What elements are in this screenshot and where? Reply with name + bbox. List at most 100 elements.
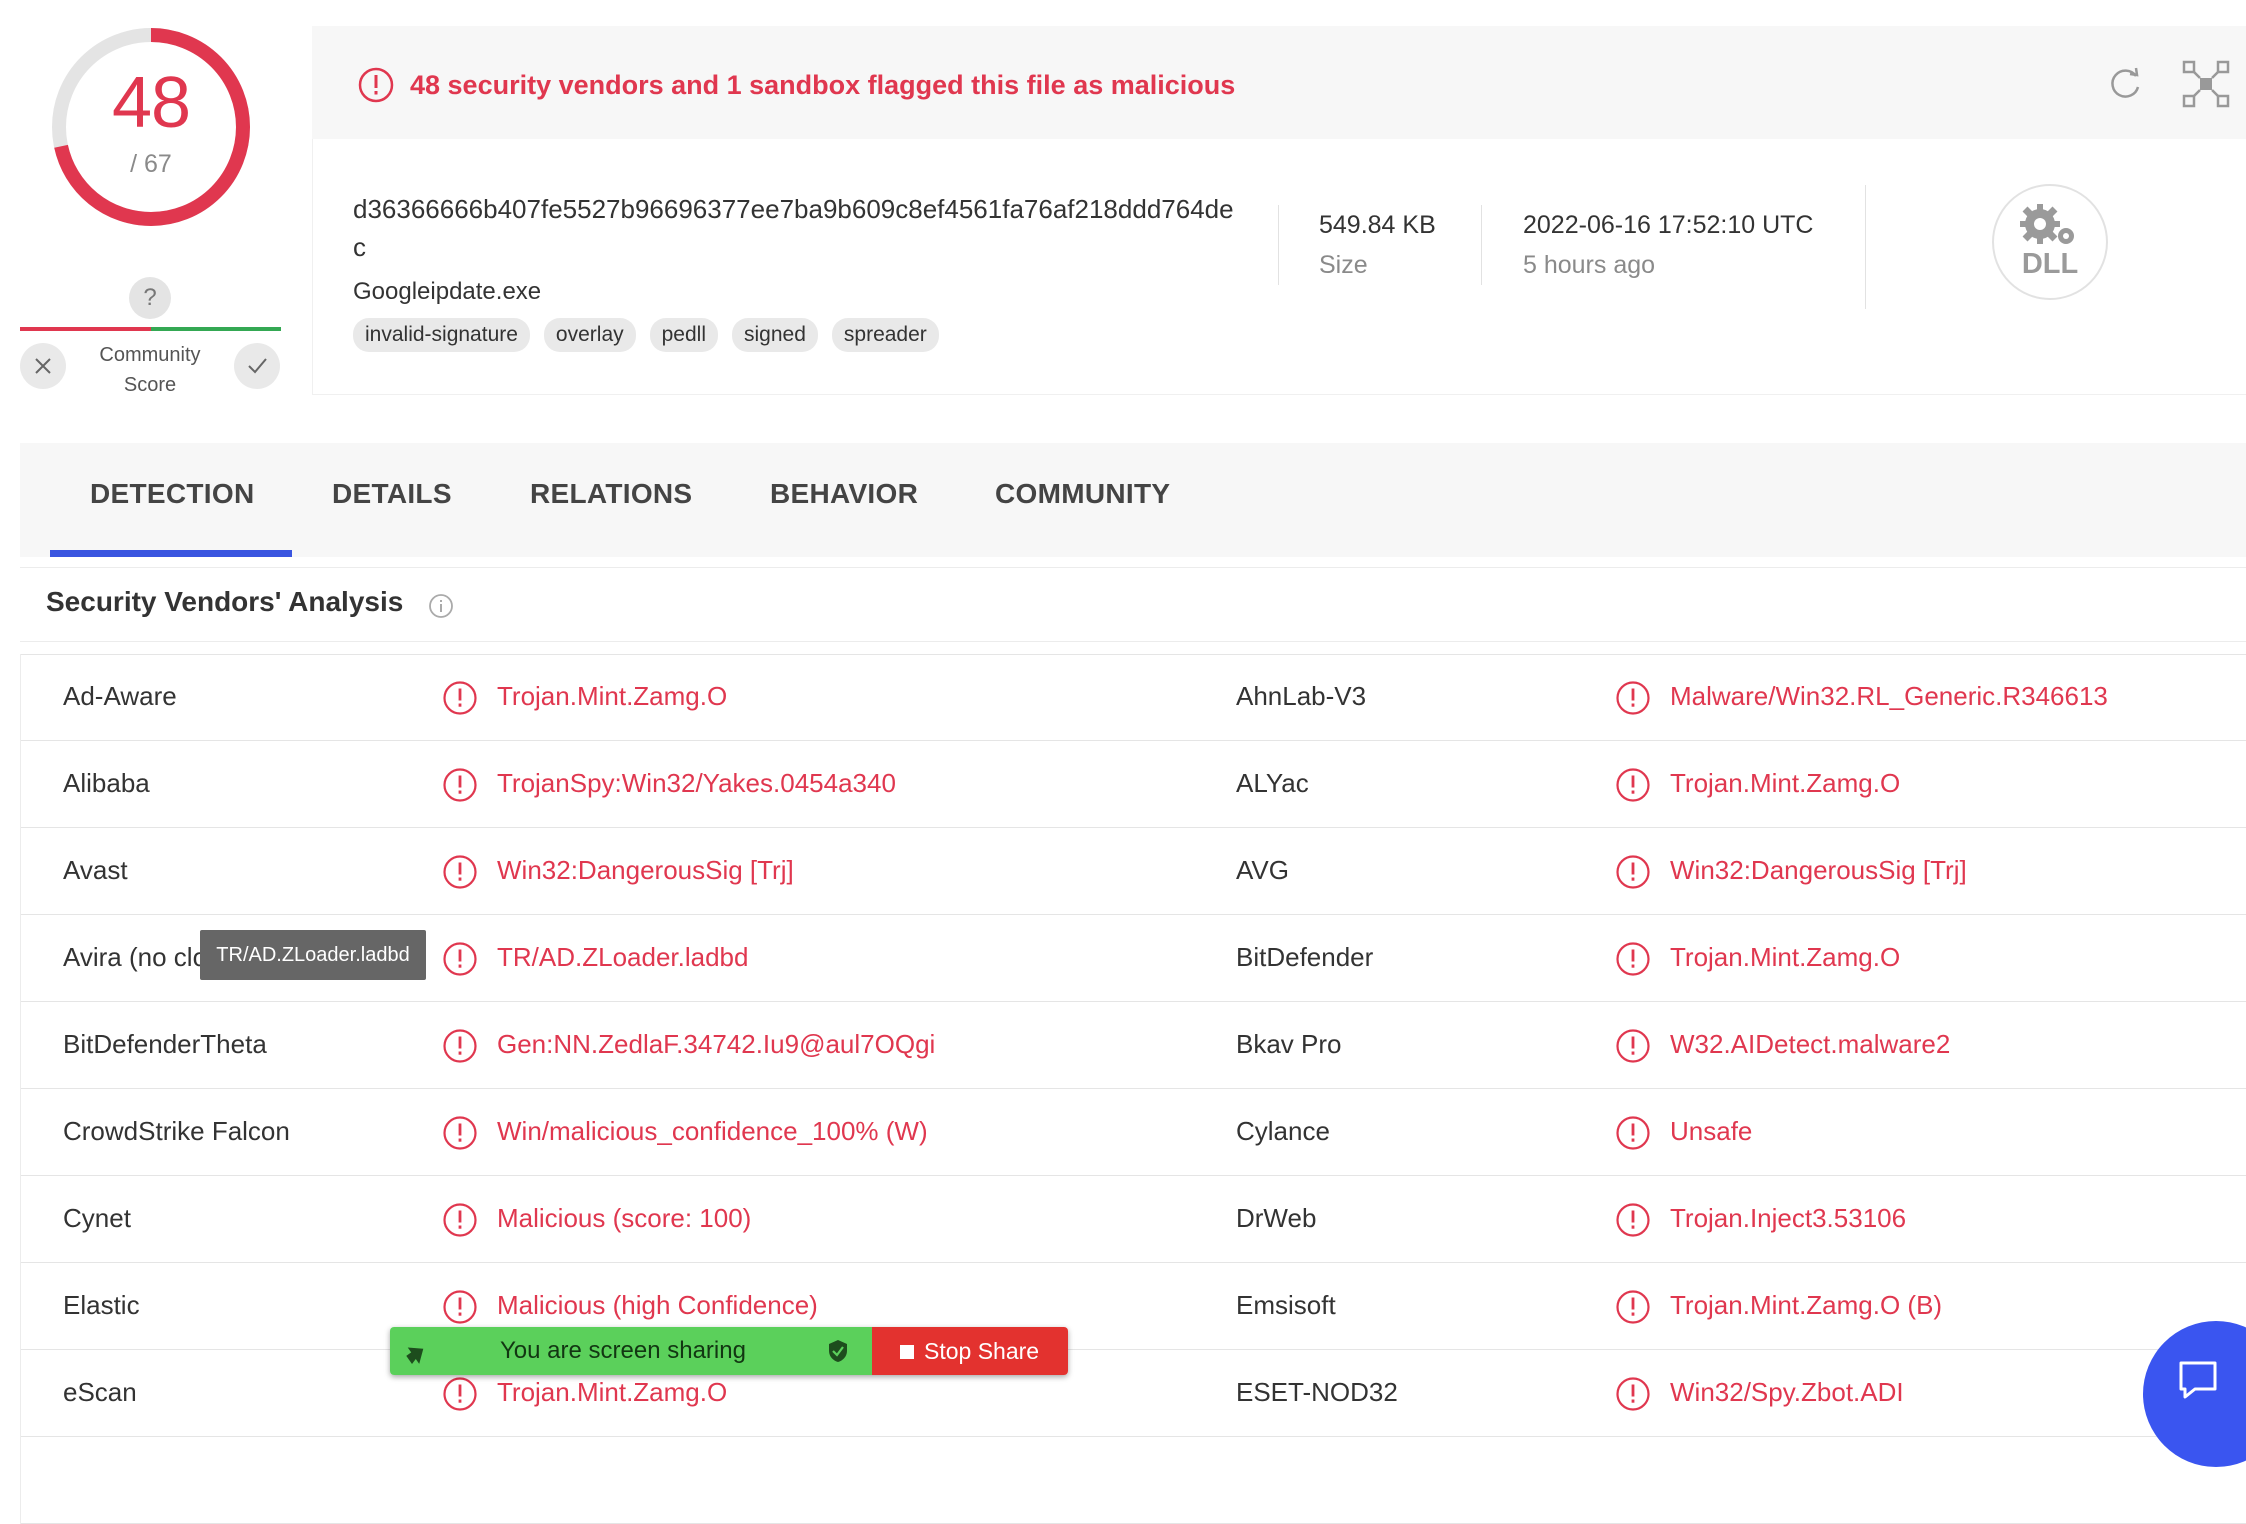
file-hash[interactable]: d36366666b407fe5527b96696377ee7ba9b609c8…: [353, 190, 1243, 266]
community-score-label-line1: Community: [99, 344, 201, 366]
vendor-result: Trojan.Mint.Zamg.O: [497, 1377, 728, 1407]
vendor-result: Gen:NN.ZedlaF.34742.Iu9@aul7OQgi: [497, 1029, 936, 1059]
table-row: [21, 1437, 2246, 1524]
file-tags: invalid-signature overlay pedll signed s…: [353, 318, 939, 352]
vendor-result: Malicious (score: 100): [497, 1203, 752, 1233]
vendor-result: Win32/Spy.Zbot.ADI: [1670, 1377, 1904, 1407]
screen-sharing-status[interactable]: You are screen sharing: [390, 1327, 872, 1375]
vendor-name: Alibaba: [63, 768, 150, 798]
vendor-name: Cynet: [63, 1203, 131, 1233]
vendor-result: Malicious (high Confidence): [497, 1290, 818, 1320]
vendor-results-table: Ad-Aware Trojan.Mint.Zamg.O AhnLab-V3 Malwa…: [20, 654, 2246, 1524]
alert-icon: [443, 768, 477, 802]
vendor-name: ESET-NOD32: [1236, 1377, 1398, 1407]
vendor-result: Trojan.Mint.Zamg.O: [1670, 768, 1901, 798]
shield-check-icon: [829, 1340, 847, 1362]
vendor-result: Malware/Win32.RL_Generic.R346613: [1670, 681, 2108, 711]
vendor-result: TrojanSpy:Win32/Yakes.0454a340: [497, 768, 896, 798]
last-analysis-date: 2022-06-16 17:52:10 UTC: [1523, 211, 1814, 239]
vendor-name: BitDefenderTheta: [63, 1029, 267, 1059]
info-icon[interactable]: [428, 593, 454, 619]
stop-share-label: Stop Share: [924, 1338, 1040, 1364]
divider: [1278, 205, 1279, 285]
tab-community[interactable]: COMMUNITY: [995, 478, 1170, 510]
tab-detection[interactable]: DETECTION: [90, 478, 254, 510]
result-tooltip: TR/AD.ZLoader.ladbd: [200, 930, 426, 980]
vendor-result: W32.AIDetect.malware2: [1670, 1029, 1951, 1059]
detection-total: / 67: [130, 150, 172, 178]
file-type-icon: [1992, 184, 2108, 300]
vendor-result: Trojan.Inject3.53106: [1670, 1203, 1907, 1233]
vendor-name: Bkav Pro: [1236, 1029, 1342, 1059]
alert-icon: [358, 67, 394, 103]
tag-pedll[interactable]: pedll: [649, 318, 718, 352]
tag-spreader[interactable]: spreader: [831, 318, 939, 352]
vendor-result: Unsafe: [1670, 1116, 1753, 1146]
vendor-name: eScan: [63, 1377, 137, 1407]
tab-relations[interactable]: RELATIONS: [530, 478, 692, 510]
table-row: Cynet Malicious (score: 100) DrWeb Trojan.I…: [21, 1176, 2246, 1263]
section-title: Security Vendors' Analysis: [46, 586, 404, 617]
screen-sharing-message: You are screen sharing: [500, 1337, 746, 1364]
table-row: eScan Trojan.Mint.Zamg.O ESET-NOD32 Win32/S…: [21, 1350, 2246, 1437]
stop-icon: [900, 1345, 914, 1359]
active-tab-indicator: [50, 550, 292, 557]
alert-icon: [443, 1377, 477, 1411]
vendor-result: Trojan.Mint.Zamg.O (B): [1670, 1290, 1943, 1320]
screen-sharing-bar: You are screen sharing Stop Share: [390, 1327, 1068, 1375]
vendor-result: TR/AD.ZLoader.ladbd: [497, 942, 749, 972]
community-vote-harmful-button[interactable]: [20, 343, 66, 389]
community-vote-harmless-button[interactable]: [234, 343, 280, 389]
alert-icon: [443, 855, 477, 889]
table-row: Avast Win32:DangerousSig [Trj] AVG Win32:Da…: [21, 828, 2246, 915]
vendor-name: Emsisoft: [1236, 1290, 1336, 1320]
vendor-name: ALYac: [1236, 768, 1309, 798]
vendor-name: AhnLab-V3: [1236, 681, 1367, 711]
malicious-alert-text: 48 security vendors and 1 sandbox flagge…: [410, 70, 1236, 100]
tab-behavior[interactable]: BEHAVIOR: [770, 478, 918, 510]
divider: [1865, 185, 1866, 309]
alert-icon: [1616, 681, 1650, 715]
vendor-name: Cylance: [1236, 1116, 1330, 1146]
vendor-result: Win32:DangerousSig [Trj]: [1670, 855, 1967, 885]
tag-invalid-signature[interactable]: invalid-signature: [353, 318, 530, 352]
community-score-label: Community Score: [80, 340, 220, 400]
tag-overlay[interactable]: overlay: [543, 318, 636, 352]
alert-icon: [1616, 1377, 1650, 1411]
alert-icon: [443, 1203, 477, 1237]
checkmark-icon: [248, 358, 267, 374]
share-arrow-icon: [406, 1347, 424, 1365]
alert-icon: [1616, 1116, 1650, 1150]
vendor-name: CrowdStrike Falcon: [63, 1116, 290, 1146]
file-size-label: Size: [1319, 251, 1368, 279]
close-icon: [35, 358, 51, 374]
file-type-label: DLL: [2021, 248, 2079, 280]
tab-details[interactable]: DETAILS: [332, 478, 452, 510]
table-row: Alibaba TrojanSpy:Win32/Yakes.0454a340 ALY…: [21, 741, 2246, 828]
vendor-name: DrWeb: [1236, 1203, 1317, 1233]
vendor-result: Trojan.Mint.Zamg.O: [497, 681, 728, 711]
alert-icon: [443, 1116, 477, 1150]
vendor-name: Avast: [63, 855, 128, 885]
gear-icon: [2020, 204, 2074, 244]
vendor-result: Win/malicious_confidence_100% (W): [497, 1116, 928, 1146]
table-row: BitDefenderTheta Gen:NN.ZedlaF.34742.Iu9@…: [21, 1002, 2246, 1089]
divider: [20, 567, 2246, 568]
vendor-name: BitDefender: [1236, 942, 1374, 972]
vendor-name: Ad-Aware: [63, 681, 177, 711]
alert-icon: [1616, 942, 1650, 976]
community-score-bar-positive: [151, 327, 281, 331]
alert-icon: [1616, 1290, 1650, 1324]
file-name: Googleipdate.exe: [353, 278, 542, 305]
reanalyze-icon[interactable]: [2103, 62, 2147, 106]
tag-signed[interactable]: signed: [732, 318, 818, 352]
divider: [1481, 205, 1482, 285]
graph-view-icon[interactable]: [2182, 60, 2230, 108]
community-score-bar-negative: [20, 327, 151, 331]
community-score-unknown-icon: ?: [129, 277, 171, 319]
alert-icon: [1616, 1203, 1650, 1237]
table-row: Elastic Malicious (high Confidence) Emsiso…: [21, 1263, 2246, 1350]
stop-share-button[interactable]: Stop Share: [872, 1327, 1068, 1375]
table-row: CrowdStrike Falcon Win/malicious_confiden…: [21, 1089, 2246, 1176]
last-analysis-relative: 5 hours ago: [1523, 251, 1656, 279]
